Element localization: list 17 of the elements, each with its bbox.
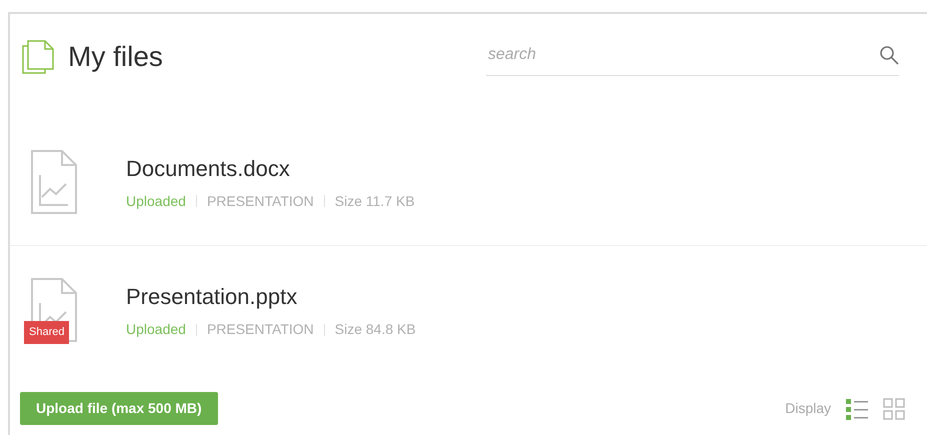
page-title: My files [68, 40, 163, 74]
upload-status: Uploaded [126, 192, 186, 211]
documents-icon [22, 40, 54, 74]
display-label: Display [785, 399, 831, 418]
file-size: Size 11.7 KB [334, 192, 415, 210]
file-name[interactable]: Presentation.pptx [126, 280, 416, 313]
upload-status: Uploaded [126, 320, 186, 339]
grid-view-icon[interactable] [883, 398, 905, 420]
list-view-icon[interactable] [845, 396, 869, 420]
file-type: PRESENTATION [206, 192, 314, 210]
file-size: Size 84.8 KB [334, 320, 416, 339]
search-field[interactable]: search [486, 38, 899, 76]
search-icon[interactable] [879, 44, 899, 64]
chart-file-icon [30, 148, 78, 214]
file-type: PRESENTATION [206, 320, 314, 339]
shared-badge: Shared [24, 321, 70, 344]
file-name[interactable]: Documents.docx [126, 152, 415, 184]
